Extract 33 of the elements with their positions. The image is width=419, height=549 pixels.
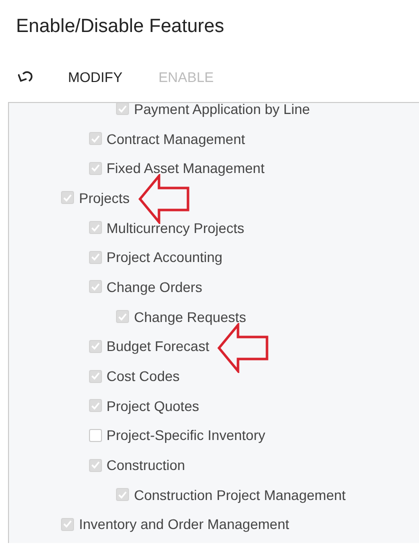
toolbar-button[interactable]: MODIFY (60, 65, 130, 89)
checkbox[interactable] (88, 399, 102, 412)
checkbox[interactable] (88, 280, 102, 294)
feature-label: Change Orders (106, 278, 202, 295)
feature-label: Project-Specific Inventory (106, 427, 266, 444)
feature-label: Construction (106, 457, 186, 474)
checkbox[interactable] (116, 488, 129, 502)
checkbox[interactable] (88, 340, 102, 353)
checkbox[interactable] (88, 132, 102, 146)
feature-label: Change Requests (134, 308, 246, 325)
checkbox[interactable] (88, 458, 102, 472)
checkbox[interactable] (61, 518, 74, 531)
undo-icon (18, 70, 34, 84)
feature-label: Payment Application by Line (134, 103, 310, 117)
checkbox[interactable] (88, 221, 102, 234)
feature-label: Budget Forecast (106, 338, 210, 354)
feature-label: Project Accounting (106, 249, 222, 266)
checkbox[interactable] (88, 428, 102, 442)
checkbox[interactable] (88, 162, 102, 175)
feature-label: Fixed Asset Management (106, 160, 264, 176)
checkbox[interactable] (116, 310, 129, 324)
checkbox[interactable] (88, 370, 102, 383)
feature-label: Construction Project Management (134, 486, 346, 503)
feature-label: Project Quotes (106, 398, 200, 414)
feature-label: Projects (79, 190, 130, 206)
feature-label: Multicurrency Projects (106, 220, 244, 236)
feature-label: Inventory and Order Management (79, 516, 290, 532)
feature-label: Cost Codes (106, 368, 180, 384)
feature-label: Contract Management (106, 130, 246, 147)
checkbox[interactable] (116, 103, 129, 116)
checkbox[interactable] (61, 191, 74, 204)
page-title: Enable/Disable Features (15, 15, 224, 39)
checkbox[interactable] (88, 250, 102, 264)
